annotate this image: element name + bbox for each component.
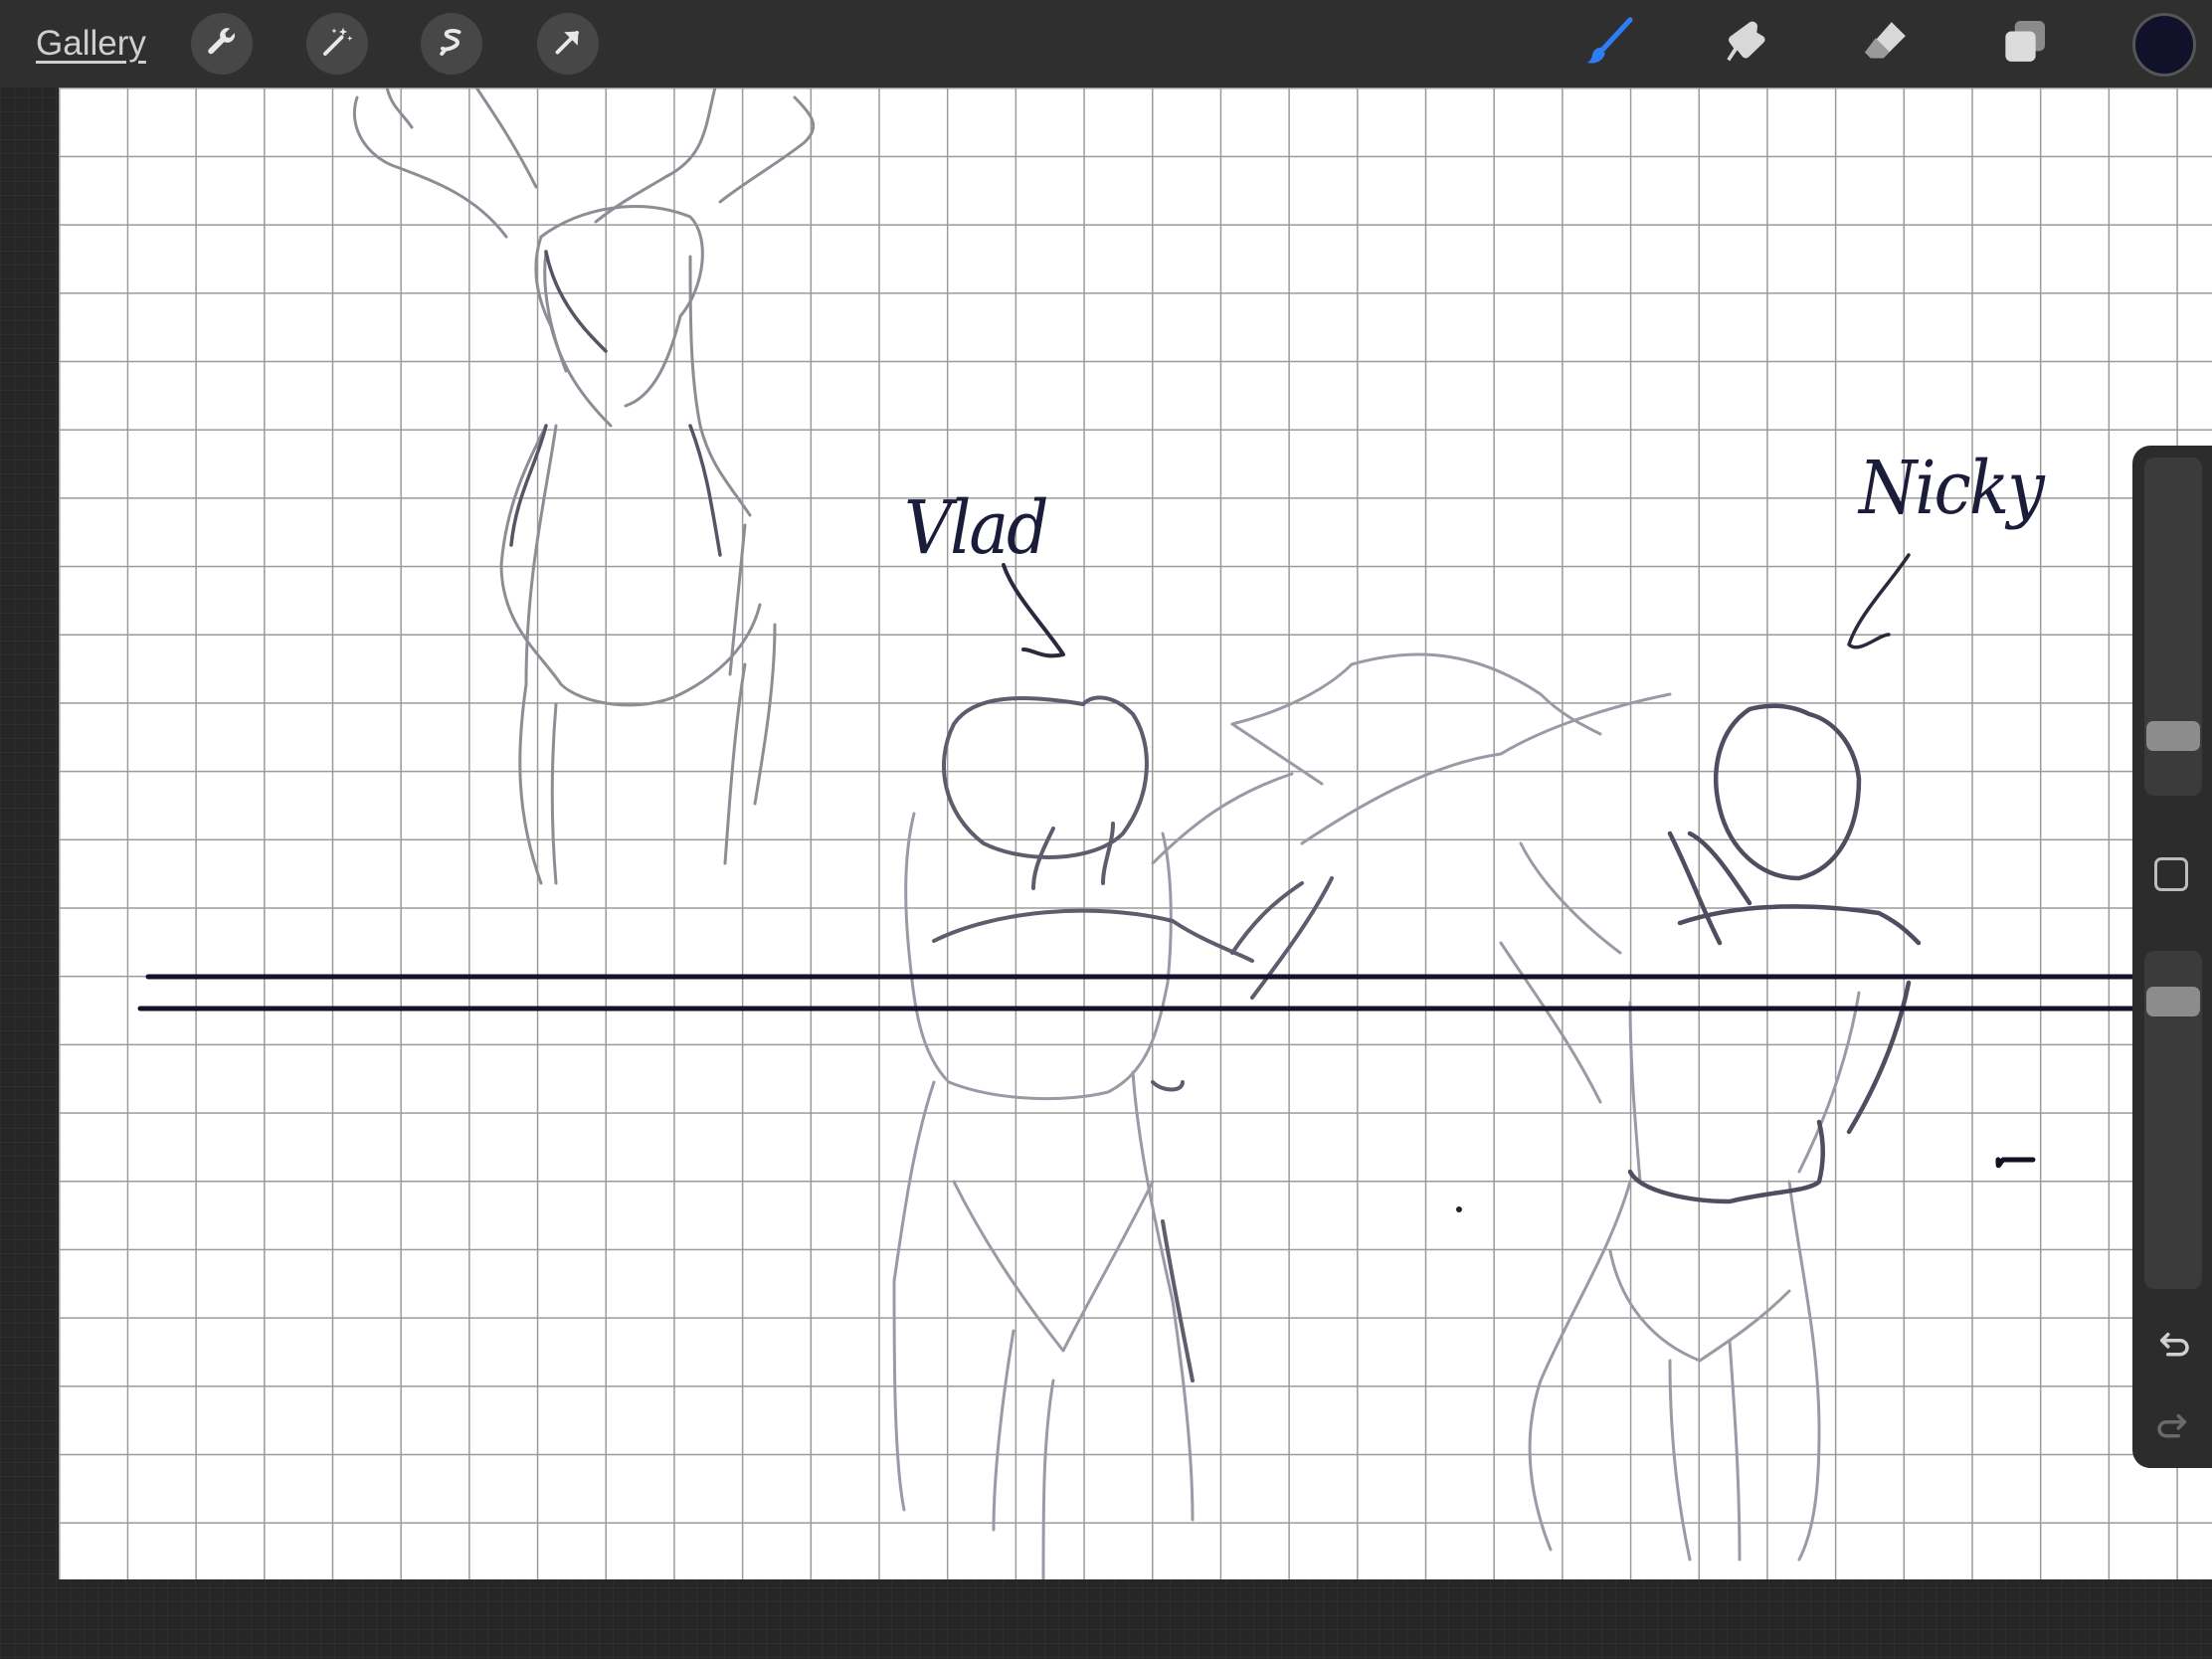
gallery-button[interactable]: Gallery: [36, 20, 146, 68]
vlad-arrow: [1002, 563, 1065, 658]
actions-wrench-button[interactable]: [191, 13, 253, 75]
color-picker-button[interactable]: [2132, 13, 2196, 77]
smudge-tool-button[interactable]: [1715, 12, 1778, 76]
undo-icon: [2152, 1332, 2194, 1371]
eraser-icon: [1858, 14, 1914, 75]
deer-sketch: [352, 88, 816, 885]
layers-button[interactable]: [1992, 12, 2056, 76]
nicky-label: Nicky: [1859, 446, 2045, 531]
wrench-icon: [204, 24, 240, 65]
brush-size-slider[interactable]: [2144, 458, 2202, 796]
stray-dot: [1456, 1206, 1462, 1212]
horizontal-guide-lines: [137, 974, 2155, 1012]
brush-sidebar: [2132, 446, 2212, 1468]
nicky-figure-dark: [1627, 703, 1922, 1204]
redo-button[interactable]: [2152, 1406, 2194, 1448]
magic-wand-icon: [319, 24, 355, 65]
selection-icon: [434, 24, 469, 65]
redo-icon: [2152, 1413, 2194, 1452]
eraser-tool-button[interactable]: [1854, 12, 1918, 76]
transform-button[interactable]: [537, 13, 599, 75]
nicky-figure: [1230, 652, 1861, 1562]
selection-button[interactable]: [421, 13, 482, 75]
transform-arrow-icon: [550, 24, 586, 65]
brush-size-thumb[interactable]: [2146, 721, 2200, 752]
stray-marks: [1995, 1157, 2036, 1169]
sketch-strokes: [137, 88, 2155, 1579]
adjustments-button[interactable]: [306, 13, 368, 75]
nicky-arrow: [1847, 553, 1911, 649]
drawing-canvas[interactable]: Vlad Nicky: [59, 88, 2212, 1579]
undo-button[interactable]: [2152, 1325, 2194, 1367]
top-toolbar: Gallery: [0, 0, 2212, 88]
vlad-figure-dark: [932, 695, 1334, 1382]
modify-button[interactable]: [2154, 857, 2188, 891]
vlad-label: Vlad: [904, 485, 1049, 571]
opacity-thumb[interactable]: [2146, 986, 2200, 1016]
brush-tool-button[interactable]: [1577, 12, 1641, 76]
smudge-icon: [1719, 14, 1774, 75]
opacity-slider[interactable]: [2144, 951, 2202, 1289]
layers-icon: [1996, 14, 2052, 75]
brush-icon: [1581, 14, 1637, 75]
vlad-figure: [892, 772, 1294, 1579]
